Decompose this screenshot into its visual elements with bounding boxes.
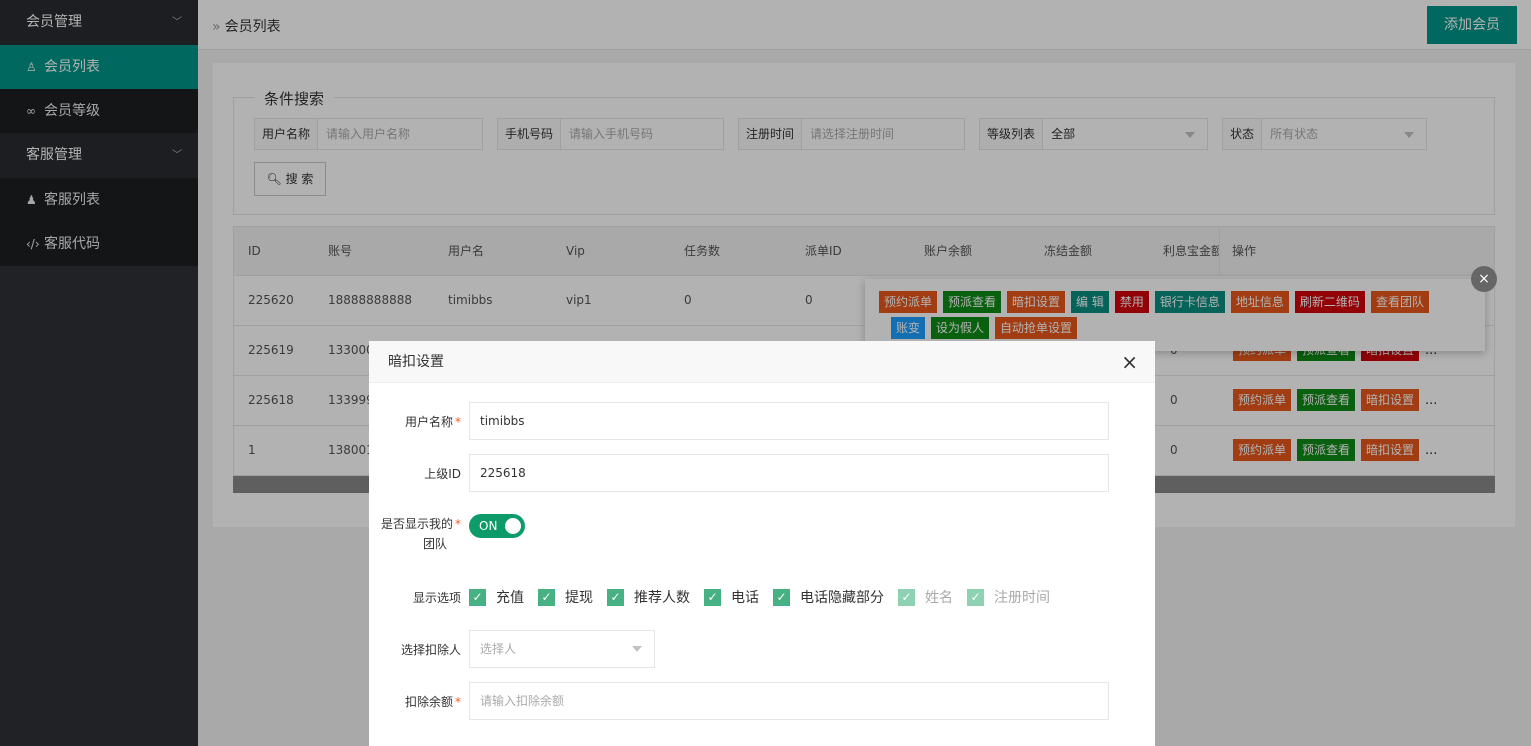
parent-id-row: 上级ID 225618 bbox=[369, 454, 1109, 492]
option-recharge[interactable]: ✓ 充值 bbox=[469, 587, 524, 607]
check-icon: ✓ bbox=[773, 588, 790, 606]
display-options-row: 显示选项 ✓ 充值 ✓ 提现 ✓ 推荐人数 ✓ 电话 ✓ 电话隐藏部分 ✓ 姓名 ✓ 注册时间 bbox=[369, 587, 1064, 607]
option-name[interactable]: ✓ 姓名 bbox=[898, 587, 953, 607]
required-mark: * bbox=[455, 694, 461, 709]
show-team-toggle[interactable]: ON bbox=[469, 514, 525, 538]
field-label: 用户名称 * bbox=[369, 413, 469, 430]
check-icon: ✓ bbox=[704, 588, 721, 606]
field-label: 是否显示我的 * 团队 bbox=[369, 514, 469, 554]
select-placeholder: 选择人 bbox=[480, 642, 517, 656]
toggle-label: ON bbox=[479, 519, 498, 533]
option-phone[interactable]: ✓ 电话 bbox=[704, 587, 759, 607]
option-label: 提现 bbox=[565, 590, 593, 606]
option-referrals[interactable]: ✓ 推荐人数 bbox=[607, 587, 690, 607]
check-icon: ✓ bbox=[538, 588, 555, 606]
option-label: 电话隐藏部分 bbox=[800, 590, 884, 606]
check-icon: ✓ bbox=[607, 588, 624, 606]
modal-header: 暗扣设置 × bbox=[369, 341, 1155, 383]
field-label: 显示选项 bbox=[412, 590, 461, 605]
modal-title: 暗扣设置 bbox=[388, 354, 444, 370]
amount-input[interactable]: 请输入扣除余额 bbox=[469, 682, 1109, 720]
amount-row: 扣除余额 * 请输入扣除余额 bbox=[369, 682, 1109, 720]
label-text: 团队 bbox=[422, 537, 447, 551]
option-label: 姓名 bbox=[925, 590, 953, 606]
required-mark: * bbox=[455, 414, 461, 429]
toggle-knob bbox=[505, 518, 521, 534]
field-label: 扣除余额 * bbox=[369, 693, 469, 710]
parent-id-field[interactable]: 225618 bbox=[469, 454, 1109, 492]
check-icon: ✓ bbox=[898, 588, 915, 606]
caret-down-icon bbox=[632, 646, 642, 652]
option-label: 充值 bbox=[496, 590, 524, 606]
username-field[interactable]: timibbs bbox=[469, 402, 1109, 440]
hidden-deduct-modal: 暗扣设置 × 用户名称 * timibbs 上级ID 225618 是否显示我的 *… bbox=[369, 341, 1155, 746]
username-row: 用户名称 * timibbs bbox=[369, 402, 1109, 440]
display-options: ✓ 充值 ✓ 提现 ✓ 推荐人数 ✓ 电话 ✓ 电话隐藏部分 ✓ 姓名 ✓ 注册时间 bbox=[469, 587, 1064, 607]
option-label: 注册时间 bbox=[994, 590, 1050, 606]
show-team-row: 是否显示我的 * 团队 ON bbox=[369, 514, 525, 554]
close-icon[interactable]: × bbox=[1471, 266, 1497, 292]
required-mark: * bbox=[455, 517, 461, 531]
deductor-select[interactable]: 选择人 bbox=[469, 630, 655, 668]
field-label: 选择扣除人 bbox=[400, 642, 461, 657]
check-icon: ✓ bbox=[469, 588, 486, 606]
label-text: 扣除余额 bbox=[404, 694, 453, 709]
deductor-row: 选择扣除人 选择人 bbox=[369, 630, 655, 668]
option-label: 电话 bbox=[731, 590, 759, 606]
option-withdraw[interactable]: ✓ 提现 bbox=[538, 587, 593, 607]
check-icon: ✓ bbox=[967, 588, 984, 606]
label-text: 是否显示我的 bbox=[380, 517, 453, 531]
close-icon[interactable]: × bbox=[1121, 341, 1138, 383]
option-phone-mask[interactable]: ✓ 电话隐藏部分 bbox=[773, 587, 884, 607]
option-label: 推荐人数 bbox=[634, 590, 690, 606]
field-label: 上级ID bbox=[424, 466, 461, 481]
option-register-time[interactable]: ✓ 注册时间 bbox=[967, 587, 1050, 607]
label-text: 用户名称 bbox=[404, 414, 453, 429]
